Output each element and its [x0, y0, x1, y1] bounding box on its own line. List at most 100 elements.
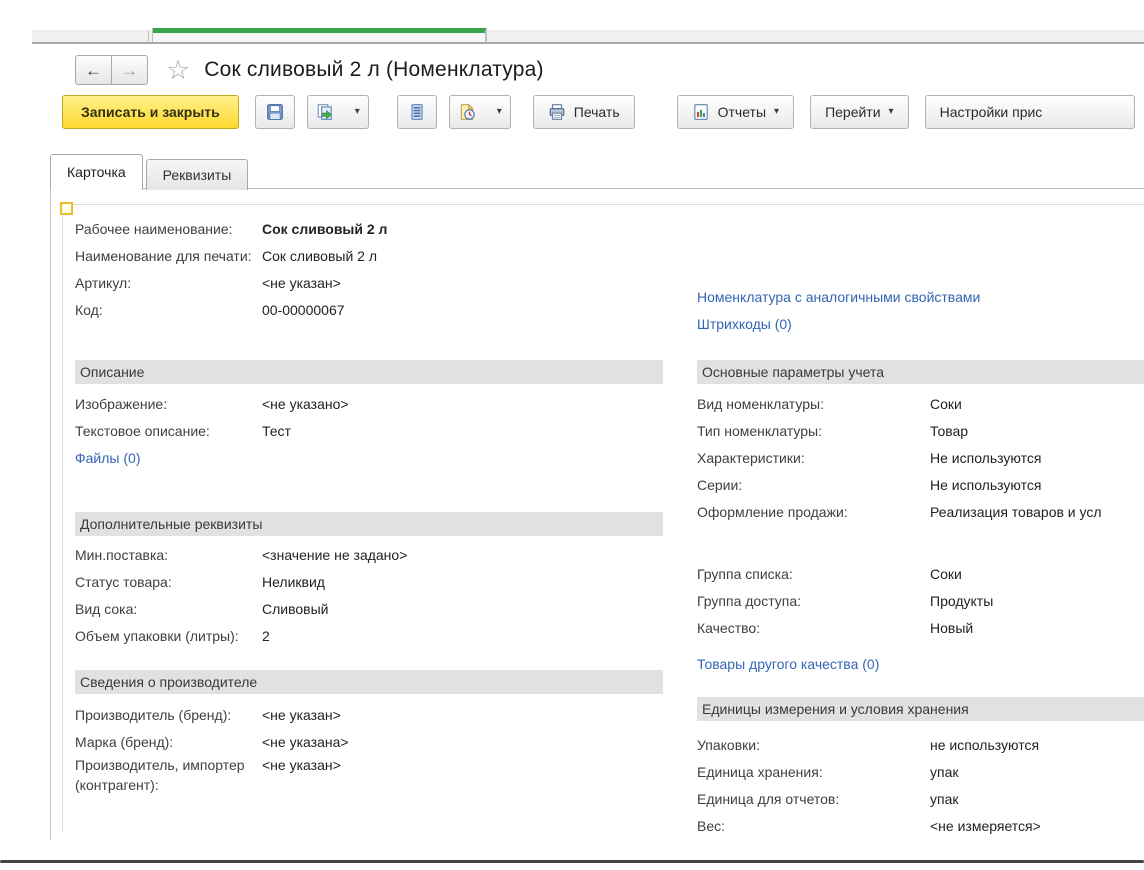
- field-manufacturer-brand: Производитель (бренд): <не указан>: [75, 701, 663, 728]
- tab-page-left-border: [50, 188, 51, 840]
- application-window: ← → ☆ Сок сливовый 2 л (Номенклатура) За…: [0, 0, 1144, 870]
- field-article: Артикул: <не указан>: [75, 269, 663, 296]
- link-similar-nomenclature[interactable]: Номенклатура с аналогичными свойствами: [697, 289, 980, 305]
- window-bottom-edge: [0, 860, 1144, 863]
- field-value: <не указано>: [262, 396, 349, 412]
- field-value: упак: [930, 764, 959, 780]
- bar-chart-document-icon: [692, 103, 710, 121]
- field-label: Статус товара:: [75, 574, 262, 590]
- field-value: Тест: [262, 423, 291, 439]
- field-quality: Качество: Новый: [697, 614, 1144, 641]
- field-label: Артикул:: [75, 275, 262, 291]
- field-value: <не указана>: [262, 734, 349, 750]
- field-list-group: Группа списка: Соки: [697, 560, 1144, 587]
- field-label: Текстовое описание:: [75, 423, 262, 439]
- other-quality-link-row: Товары другого качества (0): [697, 650, 1144, 677]
- tab-card[interactable]: Карточка: [50, 154, 143, 190]
- form-anchor-marker: [60, 202, 73, 215]
- caret-down-icon: ▾: [889, 107, 894, 117]
- favorites-star-icon[interactable]: ☆: [166, 55, 190, 85]
- field-print-name: Наименование для печати: Сок сливовый 2 …: [75, 242, 663, 269]
- section-header-description: Описание: [75, 360, 663, 384]
- field-label: Серии:: [697, 477, 930, 493]
- field-image: Изображение: <не указано>: [75, 390, 663, 417]
- field-label: Рабочее наименование:: [75, 221, 262, 237]
- panel-top-border: [62, 204, 1144, 205]
- caret-down-icon: ▾: [355, 107, 360, 117]
- field-value: <значение не задано>: [262, 547, 407, 563]
- section-header-units: Единицы измерения и условия хранения: [697, 697, 1144, 721]
- forward-button[interactable]: →: [111, 55, 148, 85]
- section-header-manufacturer: Сведения о производителе: [75, 670, 663, 694]
- field-package-volume: Объем упаковки (литры): 2: [75, 622, 663, 649]
- field-value: Сок сливовый 2 л: [262, 248, 377, 264]
- nav-button-group: ← →: [75, 55, 148, 85]
- navigation-row: ← → ☆ Сок сливовый 2 л (Номенклатура): [75, 54, 544, 86]
- field-nomenclature-type: Тип номенклатуры: Товар: [697, 417, 1144, 444]
- field-label: Вид сока:: [75, 601, 262, 617]
- field-label: Производитель, импортер (контрагент):: [75, 755, 262, 795]
- field-value: Новый: [930, 620, 973, 636]
- field-label: Изображение:: [75, 396, 262, 412]
- section-header-accounting: Основные параметры учета: [697, 360, 1144, 384]
- left-column: Рабочее наименование: Сок сливовый 2 л Н…: [75, 215, 663, 795]
- go-to-button[interactable]: Перейти ▾: [810, 95, 909, 129]
- files-link-row: Файлы (0): [75, 444, 663, 471]
- field-sale-registration: Оформление продажи: Реализация товаров и…: [697, 498, 1144, 525]
- field-nomenclature-kind: Вид номенклатуры: Соки: [697, 390, 1144, 417]
- field-label: Качество:: [697, 620, 930, 636]
- field-access-group: Группа доступа: Продукты: [697, 587, 1144, 614]
- field-label: Единица хранения:: [697, 764, 930, 780]
- field-value: Продукты: [930, 593, 993, 609]
- list-button[interactable]: [397, 95, 437, 129]
- assignment-settings-label: Настройки прис: [940, 104, 1043, 120]
- form-tab-bar: Карточка Реквизиты: [50, 154, 251, 190]
- field-value: Соки: [930, 566, 962, 582]
- field-series: Серии: Не используются: [697, 471, 1144, 498]
- similar-link-row: Номенклатура с аналогичными свойствами: [697, 283, 1144, 310]
- field-value: Соки: [930, 396, 962, 412]
- panel-left-border: [62, 204, 63, 832]
- field-juice-kind: Вид сока: Сливовый: [75, 595, 663, 622]
- field-value: <не указан>: [262, 755, 341, 775]
- field-value: Сок сливовый 2 л: [262, 221, 387, 237]
- caret-down-icon: ▾: [497, 107, 502, 117]
- forward-arrow-icon: →: [121, 62, 138, 79]
- field-value: Не используются: [930, 450, 1041, 466]
- save-button[interactable]: [255, 95, 295, 129]
- copy-documents-icon: [316, 103, 334, 121]
- field-value: Неликвид: [262, 574, 325, 590]
- field-value: <не указан>: [262, 707, 341, 723]
- field-characteristics: Характеристики: Не используются: [697, 444, 1144, 471]
- back-button[interactable]: ←: [75, 55, 112, 85]
- go-to-button-label: Перейти: [825, 104, 880, 120]
- print-button[interactable]: Печать: [533, 95, 635, 129]
- history-button[interactable]: ▾: [449, 95, 511, 129]
- list-document-icon: [408, 103, 426, 121]
- copy-button[interactable]: ▾: [307, 95, 369, 129]
- field-packages: Упаковки: не используются: [697, 731, 1144, 758]
- field-label: Группа списка:: [697, 566, 930, 582]
- assignment-settings-button[interactable]: Настройки прис: [925, 95, 1135, 129]
- field-label: Единица для отчетов:: [697, 791, 930, 807]
- field-working-name: Рабочее наименование: Сок сливовый 2 л: [75, 215, 663, 242]
- field-storage-unit: Единица хранения: упак: [697, 758, 1144, 785]
- floppy-disk-icon: [266, 103, 284, 121]
- field-label: Оформление продажи:: [697, 504, 930, 520]
- tab-details[interactable]: Реквизиты: [146, 159, 249, 190]
- field-value: Товар: [930, 423, 968, 439]
- window-tab-bar: [32, 30, 1144, 44]
- field-label: Вес:: [697, 818, 930, 834]
- link-other-quality-goods[interactable]: Товары другого качества (0): [697, 656, 879, 672]
- save-and-close-button[interactable]: Записать и закрыть: [62, 95, 239, 129]
- field-value: Сливовый: [262, 601, 329, 617]
- reports-button[interactable]: Отчеты ▾: [677, 95, 794, 129]
- active-window-tab[interactable]: [152, 28, 487, 42]
- field-value: 00-00000067: [262, 302, 345, 318]
- window-tab-divider: [485, 30, 486, 42]
- link-files[interactable]: Файлы (0): [75, 450, 140, 466]
- window-tab-divider: [148, 30, 149, 42]
- link-barcodes[interactable]: Штрихкоды (0): [697, 316, 792, 332]
- field-label: Наименование для печати:: [75, 248, 262, 264]
- field-label: Характеристики:: [697, 450, 930, 466]
